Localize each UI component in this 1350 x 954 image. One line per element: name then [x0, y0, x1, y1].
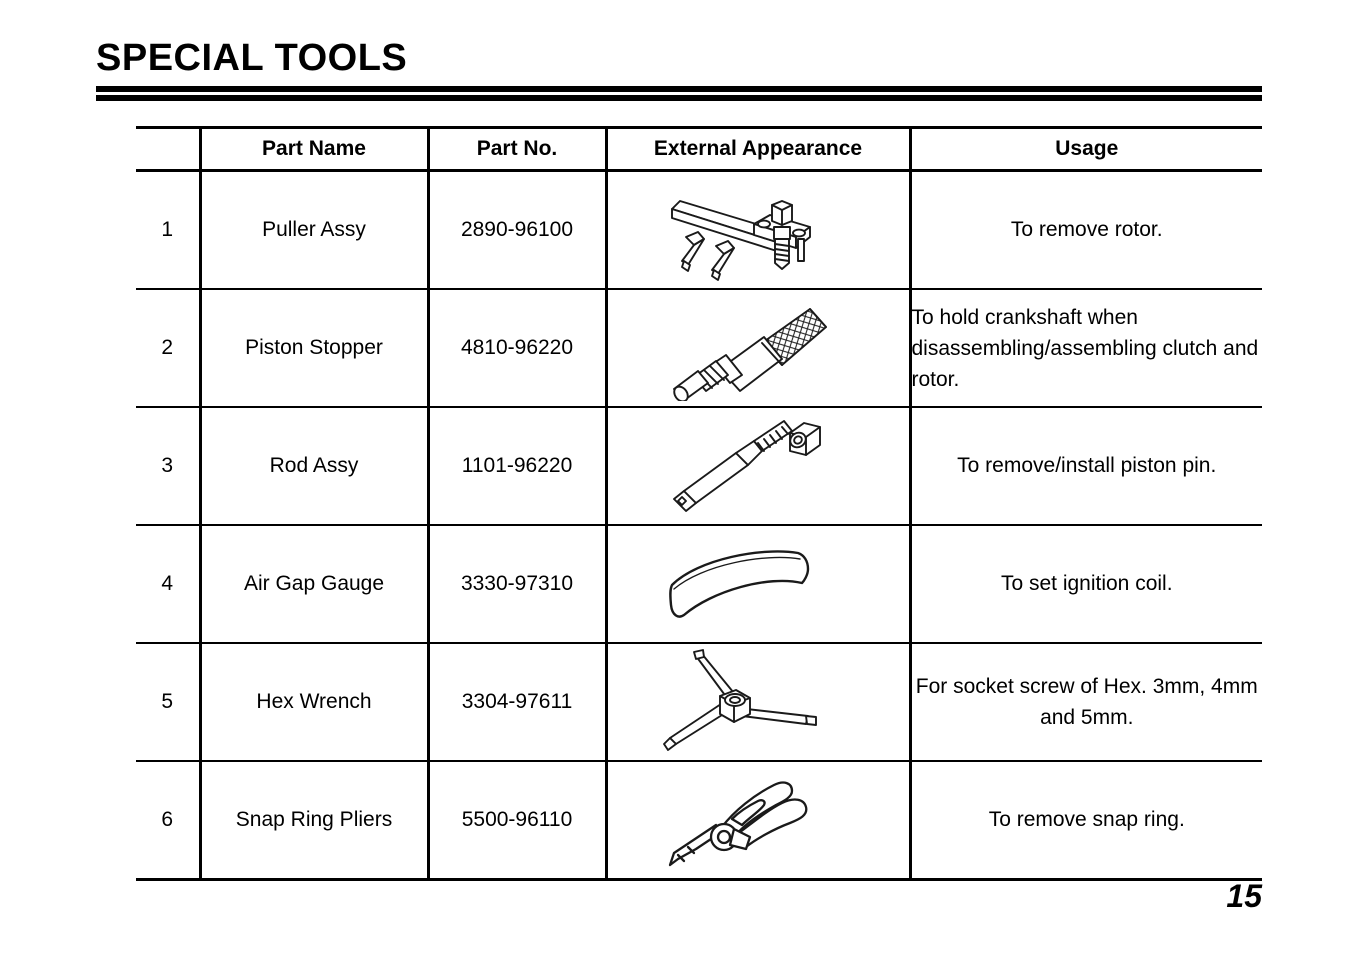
external-appearance-cell: [606, 761, 912, 881]
row-number: 5: [136, 643, 202, 762]
part-name: Puller Assy: [200, 170, 430, 290]
part-number: 3304-97611: [428, 643, 608, 762]
manual-page: SPECIAL TOOLS Part Name Part No. Externa…: [0, 0, 1350, 954]
part-name: Rod Assy: [200, 407, 430, 526]
rod-assy-drawing: [673, 420, 821, 512]
column-header-usage: Usage: [910, 126, 1262, 172]
title-block: SPECIAL TOOLS: [96, 36, 1262, 101]
table-row: 4 Air Gap Gauge 3330-97310 To set igniti…: [136, 525, 1262, 644]
piston-stopper-drawing: [673, 308, 827, 401]
row-number: 4: [136, 525, 202, 644]
row-number: 3: [136, 407, 202, 526]
external-appearance-cell: [606, 289, 912, 408]
column-header-part-name: Part Name: [200, 126, 430, 172]
external-appearance-cell: [606, 170, 912, 290]
air-gap-gauge-drawing: [669, 550, 810, 618]
part-number: 3330-97310: [428, 525, 608, 644]
part-name: Snap Ring Pliers: [200, 761, 430, 881]
external-appearance-cell: [606, 643, 912, 762]
table-row: 5 Hex Wrench 3304-97611 For socket screw…: [136, 643, 1262, 762]
part-name: Hex Wrench: [200, 643, 430, 762]
table-row: 6 Snap Ring Pliers 5500-96110 To remove …: [136, 761, 1262, 881]
title-rule-lower: [96, 95, 1262, 101]
row-number: 1: [136, 170, 202, 290]
special-tools-table: Part Name Part No. External Appearance U…: [136, 126, 1262, 881]
puller-assy-drawing: [671, 200, 811, 281]
hex-wrench-drawing: [663, 649, 817, 751]
part-number: 1101-96220: [428, 407, 608, 526]
title-double-rule: [96, 86, 1262, 101]
table-row: 3 Rod Assy 1101-96220 To remove/install …: [136, 407, 1262, 526]
column-header-part-no: Part No.: [428, 126, 608, 172]
usage-text: To remove rotor.: [910, 170, 1262, 290]
part-name: Piston Stopper: [200, 289, 430, 408]
usage-text: For socket screw of Hex. 3mm, 4mm and 5m…: [910, 643, 1262, 762]
usage-text: To hold crankshaft when disassembling/as…: [910, 289, 1262, 408]
external-appearance-cell: [606, 407, 912, 526]
page-number: 15: [1226, 878, 1262, 914]
usage-text: To remove snap ring.: [910, 761, 1262, 881]
row-number: 6: [136, 761, 202, 881]
usage-text: To remove/install piston pin.: [910, 407, 1262, 526]
part-name: Air Gap Gauge: [200, 525, 430, 644]
column-header-external-appearance: External Appearance: [606, 126, 912, 172]
page-title: SPECIAL TOOLS: [96, 37, 408, 79]
table-header-row: Part Name Part No. External Appearance U…: [136, 126, 1262, 172]
column-header-number: [136, 126, 202, 172]
table-row: 1 Puller Assy 2890-96100 To remove rotor…: [136, 170, 1262, 290]
part-number: 2890-96100: [428, 170, 608, 290]
snap-ring-pliers-drawing: [668, 781, 808, 867]
external-appearance-cell: [606, 525, 912, 644]
part-number: 5500-96110: [428, 761, 608, 881]
row-number: 2: [136, 289, 202, 408]
usage-text: To set ignition coil.: [910, 525, 1262, 644]
table-row: 2 Piston Stopper 4810-96220 To hold cran…: [136, 289, 1262, 408]
part-number: 4810-96220: [428, 289, 608, 408]
